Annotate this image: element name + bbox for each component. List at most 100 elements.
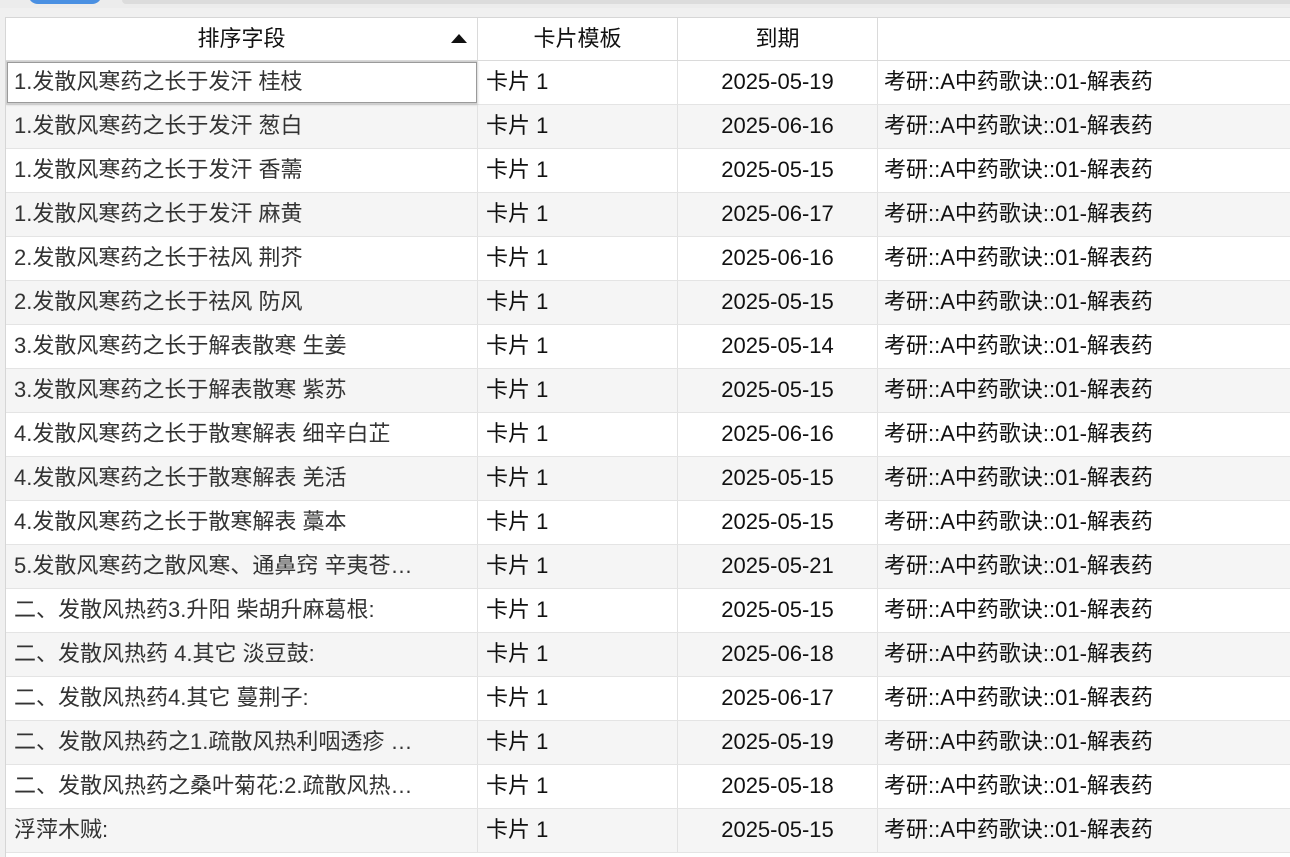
deck-cell[interactable]: 考研::A中药歌诀::01-解表药 — [878, 413, 1290, 456]
due-date-cell[interactable]: 2025-05-19 — [678, 61, 878, 104]
deck-cell[interactable]: 考研::A中药歌诀::01-解表药 — [878, 765, 1290, 808]
table-row[interactable]: 5.发散风寒药之散风寒、通鼻窍 辛夷苍… 卡片 1 2025-05-21 考研::A中… — [6, 545, 1290, 589]
card-template-cell[interactable]: 卡片 1 — [478, 545, 678, 588]
due-date-cell[interactable]: 2025-05-18 — [678, 765, 878, 808]
card-template-cell[interactable]: 卡片 1 — [478, 809, 678, 852]
due-date-cell[interactable]: 2025-05-15 — [678, 501, 878, 544]
due-date-cell[interactable]: 2025-05-19 — [678, 721, 878, 764]
card-template-cell[interactable]: 卡片 1 — [478, 677, 678, 720]
table-row[interactable]: 1.发散风寒药之长于发汗 桂枝 卡片 1 2025-05-19 考研::A中药歌诀::… — [6, 61, 1290, 105]
card-template-cell[interactable]: 卡片 1 — [478, 149, 678, 192]
card-template-cell[interactable]: 卡片 1 — [478, 413, 678, 456]
deck-cell[interactable]: 考研::A中药歌诀::01-解表药 — [878, 545, 1290, 588]
table-row[interactable]: 浮萍木贼: 卡片 1 2025-05-15 考研::A中药歌诀::01-解表药 — [6, 809, 1290, 853]
sort-field-cell[interactable]: 二、发散风热药 4.其它 淡豆鼓: — [6, 633, 478, 676]
due-date-cell[interactable]: 2025-06-16 — [678, 413, 878, 456]
card-template-cell[interactable]: 卡片 1 — [478, 457, 678, 500]
deck-cell[interactable]: 考研::A中药歌诀::01-解表药 — [878, 325, 1290, 368]
sort-field-cell[interactable]: 3.发散风寒药之长于解表散寒 生姜 — [6, 325, 478, 368]
deck-cell[interactable]: 考研::A中药歌诀::01-解表药 — [878, 61, 1290, 104]
column-header-label: 卡片模板 — [533, 26, 622, 51]
table-row[interactable]: 4.发散风寒药之长于散寒解表 细辛白芷 卡片 1 2025-06-16 考研::A中药… — [6, 413, 1290, 457]
due-date-cell[interactable]: 2025-05-15 — [678, 369, 878, 412]
column-header-sort-field[interactable]: 排序字段 — [6, 18, 478, 60]
card-template-cell[interactable]: 卡片 1 — [478, 501, 678, 544]
table-row[interactable]: 1.发散风寒药之长于发汗 葱白 卡片 1 2025-06-16 考研::A中药歌诀::… — [6, 105, 1290, 149]
due-date-cell[interactable]: 2025-06-16 — [678, 105, 878, 148]
due-date-cell[interactable]: 2025-06-17 — [678, 193, 878, 236]
due-date-cell[interactable]: 2025-05-15 — [678, 149, 878, 192]
deck-cell[interactable]: 考研::A中药歌诀::01-解表药 — [878, 281, 1290, 324]
deck-cell[interactable]: 考研::A中药歌诀::01-解表药 — [878, 721, 1290, 764]
card-template-cell[interactable]: 卡片 1 — [478, 193, 678, 236]
column-header-label: 到期 — [755, 26, 800, 51]
due-date-cell[interactable]: 2025-05-15 — [678, 281, 878, 324]
column-header-label: 排序字段 — [197, 26, 286, 51]
table-row[interactable]: 2.发散风寒药之长于祛风 荆芥 卡片 1 2025-06-16 考研::A中药歌诀::… — [6, 237, 1290, 281]
sort-field-cell[interactable]: 3.发散风寒药之长于解表散寒 紫苏 — [6, 369, 478, 412]
column-header-card-template[interactable]: 卡片模板 — [478, 18, 678, 60]
deck-cell[interactable]: 考研::A中药歌诀::01-解表药 — [878, 369, 1290, 412]
due-date-cell[interactable]: 2025-05-15 — [678, 457, 878, 500]
table-row[interactable]: 3.发散风寒药之长于解表散寒 紫苏 卡片 1 2025-05-15 考研::A中药歌诀… — [6, 369, 1290, 413]
deck-cell[interactable]: 考研::A中药歌诀::01-解表药 — [878, 809, 1290, 852]
card-template-cell[interactable]: 卡片 1 — [478, 633, 678, 676]
table-row[interactable]: 二、发散风热药4.其它 蔓荆子: 卡片 1 2025-06-17 考研::A中药歌诀:… — [6, 677, 1290, 721]
table-row[interactable]: 二、发散风热药3.升阳 柴胡升麻葛根: 卡片 1 2025-05-15 考研::A中药… — [6, 589, 1290, 633]
due-date-cell[interactable]: 2025-05-14 — [678, 325, 878, 368]
card-template-cell[interactable]: 卡片 1 — [478, 765, 678, 808]
table-row[interactable]: 二、发散风热药 4.其它 淡豆鼓: 卡片 1 2025-06-18 考研::A中药歌诀… — [6, 633, 1290, 677]
card-template-cell[interactable]: 卡片 1 — [478, 325, 678, 368]
deck-cell[interactable]: 考研::A中药歌诀::01-解表药 — [878, 149, 1290, 192]
sort-field-cell[interactable]: 1.发散风寒药之长于发汗 桂枝 — [6, 61, 478, 104]
deck-cell[interactable]: 考研::A中药歌诀::01-解表药 — [878, 193, 1290, 236]
card-template-cell[interactable]: 卡片 1 — [478, 237, 678, 280]
deck-cell[interactable]: 考研::A中药歌诀::01-解表药 — [878, 237, 1290, 280]
due-date-cell[interactable]: 2025-06-17 — [678, 677, 878, 720]
sort-field-cell[interactable]: 1.发散风寒药之长于发汗 葱白 — [6, 105, 478, 148]
sort-field-cell[interactable]: 5.发散风寒药之散风寒、通鼻窍 辛夷苍… — [6, 545, 478, 588]
deck-cell[interactable]: 考研::A中药歌诀::01-解表药 — [878, 633, 1290, 676]
top-tab-indicator[interactable] — [28, 0, 102, 4]
column-header-deck[interactable] — [878, 18, 1290, 60]
table-row[interactable]: 2.发散风寒药之长于祛风 防风 卡片 1 2025-05-15 考研::A中药歌诀::… — [6, 281, 1290, 325]
sort-field-cell[interactable]: 4.发散风寒药之长于散寒解表 羌活 — [6, 457, 478, 500]
card-template-cell[interactable]: 卡片 1 — [478, 281, 678, 324]
table-row[interactable]: 1.发散风寒药之长于发汗 麻黄 卡片 1 2025-06-17 考研::A中药歌诀::… — [6, 193, 1290, 237]
table-row[interactable]: 二、发散风热药之1.疏散风热利咽透疹 … 卡片 1 2025-05-19 考研::A中… — [6, 721, 1290, 765]
sort-field-cell[interactable]: 4.发散风寒药之长于散寒解表 细辛白芷 — [6, 413, 478, 456]
table-header: 排序字段 卡片模板 到期 — [6, 18, 1290, 61]
due-date-cell[interactable]: 2025-05-15 — [678, 809, 878, 852]
deck-cell[interactable]: 考研::A中药歌诀::01-解表药 — [878, 105, 1290, 148]
deck-cell[interactable]: 考研::A中药歌诀::01-解表药 — [878, 457, 1290, 500]
card-template-cell[interactable]: 卡片 1 — [478, 105, 678, 148]
sort-field-cell[interactable]: 1.发散风寒药之长于发汗 香薷 — [6, 149, 478, 192]
deck-cell[interactable]: 考研::A中药歌诀::01-解表药 — [878, 501, 1290, 544]
due-date-cell[interactable]: 2025-05-21 — [678, 545, 878, 588]
sort-field-cell[interactable]: 二、发散风热药之桑叶菊花:2.疏散风热… — [6, 765, 478, 808]
table-row[interactable]: 二、发散风热药之桑叶菊花:2.疏散风热… 卡片 1 2025-05-18 考研::A中… — [6, 765, 1290, 809]
sort-field-cell[interactable]: 1.发散风寒药之长于发汗 麻黄 — [6, 193, 478, 236]
card-template-cell[interactable]: 卡片 1 — [478, 61, 678, 104]
sort-field-cell[interactable]: 2.发散风寒药之长于祛风 荆芥 — [6, 237, 478, 280]
sort-field-cell[interactable]: 二、发散风热药4.其它 蔓荆子: — [6, 677, 478, 720]
sort-field-cell[interactable]: 二、发散风热药3.升阳 柴胡升麻葛根: — [6, 589, 478, 632]
card-template-cell[interactable]: 卡片 1 — [478, 721, 678, 764]
table-row[interactable]: 4.发散风寒药之长于散寒解表 藁本 卡片 1 2025-05-15 考研::A中药歌诀… — [6, 501, 1290, 545]
due-date-cell[interactable]: 2025-05-15 — [678, 589, 878, 632]
card-template-cell[interactable]: 卡片 1 — [478, 369, 678, 412]
card-template-cell[interactable]: 卡片 1 — [478, 589, 678, 632]
sort-field-cell[interactable]: 浮萍木贼: — [6, 809, 478, 852]
deck-cell[interactable]: 考研::A中药歌诀::01-解表药 — [878, 677, 1290, 720]
sort-field-cell[interactable]: 4.发散风寒药之长于散寒解表 藁本 — [6, 501, 478, 544]
sort-field-cell[interactable]: 二、发散风热药之1.疏散风热利咽透疹 … — [6, 721, 478, 764]
sort-field-cell[interactable]: 2.发散风寒药之长于祛风 防风 — [6, 281, 478, 324]
card-browser-table: 排序字段 卡片模板 到期 1.发散风寒药之长于发汗 桂枝 卡片 1 2025-05-… — [5, 17, 1290, 857]
due-date-cell[interactable]: 2025-06-16 — [678, 237, 878, 280]
table-row[interactable]: 3.发散风寒药之长于解表散寒 生姜 卡片 1 2025-05-14 考研::A中药歌诀… — [6, 325, 1290, 369]
deck-cell[interactable]: 考研::A中药歌诀::01-解表药 — [878, 589, 1290, 632]
table-row[interactable]: 4.发散风寒药之长于散寒解表 羌活 卡片 1 2025-05-15 考研::A中药歌诀… — [6, 457, 1290, 501]
column-header-due[interactable]: 到期 — [678, 18, 878, 60]
table-row[interactable]: 1.发散风寒药之长于发汗 香薷 卡片 1 2025-05-15 考研::A中药歌诀::… — [6, 149, 1290, 193]
due-date-cell[interactable]: 2025-06-18 — [678, 633, 878, 676]
